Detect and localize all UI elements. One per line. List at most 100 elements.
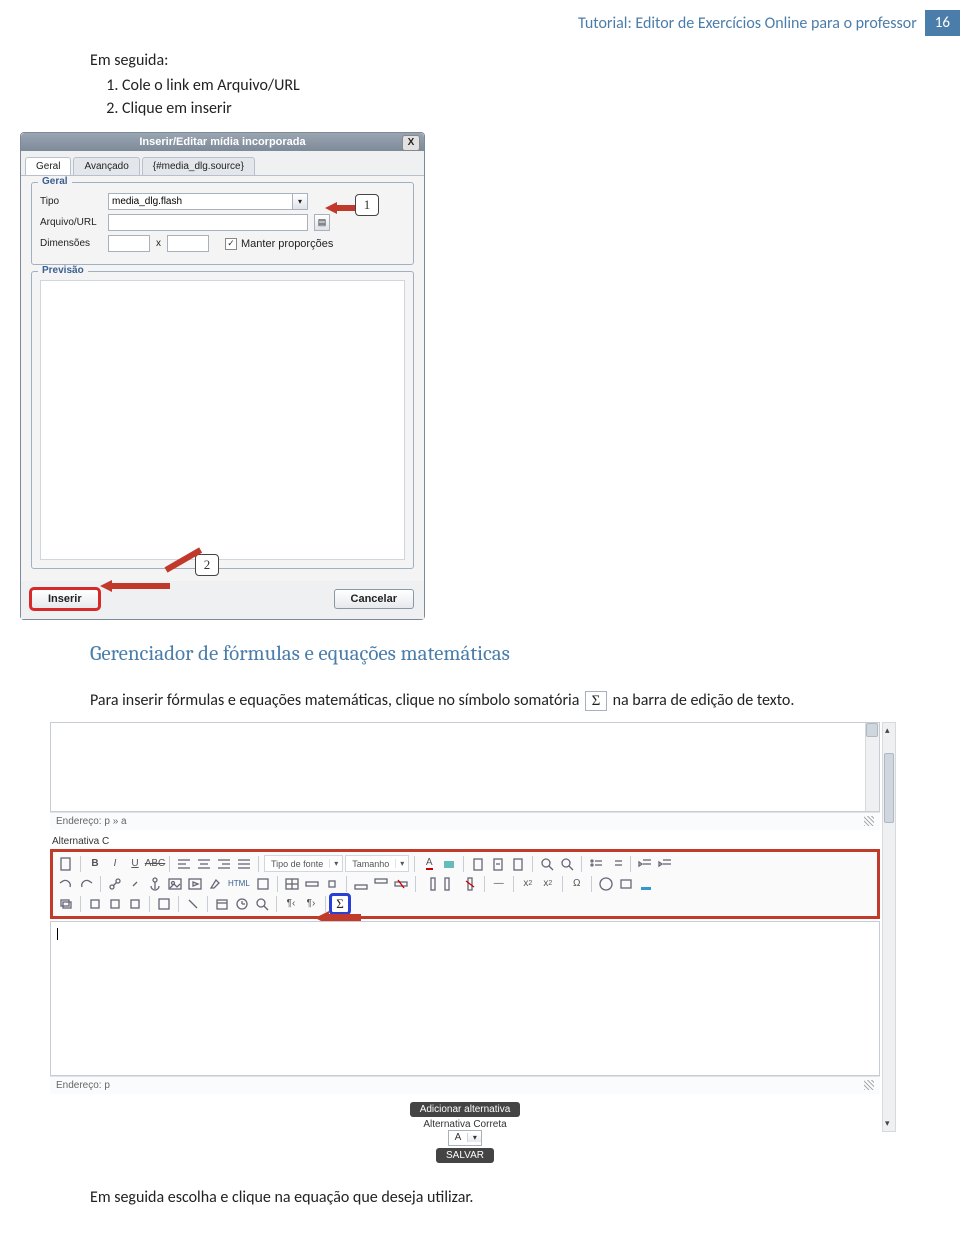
dialog-tabs: Geral Avançado {#media_dlg.source} xyxy=(21,151,424,176)
superscript-icon[interactable]: x2 xyxy=(539,875,557,893)
editor-upper-textarea[interactable] xyxy=(50,722,880,812)
dim-width-input[interactable] xyxy=(108,235,150,252)
subscript-icon[interactable]: x2 xyxy=(519,875,537,893)
tipo-select[interactable]: ▾ xyxy=(108,193,308,210)
font-family-dropdown[interactable]: Tipo de fonte▾ xyxy=(264,855,343,872)
link-icon[interactable] xyxy=(106,875,124,893)
alt-correct-select[interactable]: A ▾ xyxy=(448,1130,483,1146)
tab-source[interactable]: {#media_dlg.source} xyxy=(142,157,255,175)
layer-icon[interactable] xyxy=(57,895,75,913)
paste-icon[interactable] xyxy=(469,855,487,873)
col-before-icon[interactable] xyxy=(421,875,439,893)
browse-icon[interactable]: ▤ xyxy=(314,214,330,231)
scrollbar-thumb[interactable] xyxy=(884,753,894,823)
chevron-down-icon[interactable]: ▾ xyxy=(467,1133,481,1142)
styleprops-icon[interactable] xyxy=(184,895,202,913)
callout-1: 1 xyxy=(355,194,379,216)
table-icon[interactable] xyxy=(283,875,301,893)
attribs-icon[interactable] xyxy=(155,895,173,913)
indent-icon[interactable] xyxy=(656,855,674,873)
col-delete-icon[interactable] xyxy=(461,875,479,893)
intro-step-1: Cole o link em Arquivo/URL xyxy=(122,76,910,95)
intro-lead: Em seguida: xyxy=(90,51,910,70)
font-size-dropdown[interactable]: Tamanho▾ xyxy=(345,855,409,872)
closing-paragraph: Em seguida escolha e clique na equação q… xyxy=(90,1185,910,1211)
tab-geral[interactable]: Geral xyxy=(25,157,71,175)
path-label: Endereço: p » a xyxy=(56,816,127,827)
layer-back-icon[interactable] xyxy=(106,895,124,913)
col-after-icon[interactable] xyxy=(441,875,459,893)
replace-icon[interactable] xyxy=(558,855,576,873)
hr-icon[interactable]: — xyxy=(490,875,508,893)
scroll-up-icon[interactable]: ▴ xyxy=(885,725,890,736)
text-color2-icon[interactable] xyxy=(637,875,655,893)
anchor-icon[interactable] xyxy=(146,875,164,893)
close-button[interactable]: X xyxy=(402,135,420,151)
layer-forward-icon[interactable] xyxy=(86,895,104,913)
bg-color-icon[interactable] xyxy=(440,855,458,873)
image-icon[interactable] xyxy=(166,875,184,893)
align-right-icon[interactable] xyxy=(215,855,233,873)
omega-icon[interactable]: Ω xyxy=(568,875,586,893)
tab-avancado[interactable]: Avançado xyxy=(73,157,139,175)
table-cell-icon[interactable] xyxy=(323,875,341,893)
strikethrough-icon[interactable]: ABC xyxy=(146,855,164,873)
section-paragraph: Para inserir fórmulas e equações matemát… xyxy=(90,688,910,714)
outer-scrollbar[interactable]: ▴ ▾ xyxy=(882,722,896,1132)
cancelar-button[interactable]: Cancelar xyxy=(334,589,414,609)
tipo-value[interactable] xyxy=(108,193,292,210)
dim-height-input[interactable] xyxy=(167,235,209,252)
toolbar-row-2: HTML — x2 x2 Ω xyxy=(57,874,873,894)
bold-icon[interactable]: B xyxy=(86,855,104,873)
italic-icon[interactable]: I xyxy=(106,855,124,873)
unlink-icon[interactable] xyxy=(126,875,144,893)
arquivo-url-input[interactable] xyxy=(108,214,308,231)
chevron-down-icon[interactable]: ▾ xyxy=(292,193,308,210)
scrollbar-thumb[interactable] xyxy=(866,723,878,737)
label-tipo: Tipo xyxy=(40,196,102,207)
find-icon[interactable] xyxy=(538,855,556,873)
new-doc-icon[interactable] xyxy=(57,855,75,873)
editor-lower-textarea[interactable] xyxy=(50,921,880,1076)
date-icon[interactable] xyxy=(213,895,231,913)
section-heading: Gerenciador de fórmulas e equações matem… xyxy=(90,642,910,666)
number-list-icon[interactable] xyxy=(607,855,625,873)
media-icon[interactable] xyxy=(186,875,204,893)
cleanup-icon[interactable] xyxy=(206,875,224,893)
outdent-icon[interactable] xyxy=(636,855,654,873)
inserir-button[interactable]: Inserir xyxy=(31,589,99,609)
scroll-down-icon[interactable]: ▾ xyxy=(885,1118,890,1129)
sigma-icon: Σ xyxy=(585,691,607,711)
text-cursor xyxy=(57,928,58,940)
scrollbar-track[interactable] xyxy=(865,723,879,811)
layer-abs-icon[interactable] xyxy=(126,895,144,913)
undo-icon[interactable] xyxy=(57,875,75,893)
row-before-icon[interactable] xyxy=(352,875,370,893)
row-delete-icon[interactable] xyxy=(392,875,410,893)
manter-checkbox[interactable]: ✓ xyxy=(225,238,237,250)
resize-handle-icon[interactable] xyxy=(864,1080,874,1090)
align-left-icon[interactable] xyxy=(175,855,193,873)
paste-text-icon[interactable] xyxy=(489,855,507,873)
preview-icon[interactable] xyxy=(253,895,271,913)
resize-handle-icon[interactable] xyxy=(864,816,874,826)
html-icon[interactable]: HTML xyxy=(226,875,252,893)
paste-word-icon[interactable] xyxy=(509,855,527,873)
intro-step-2: Clique em inserir xyxy=(122,99,910,118)
bullet-list-icon[interactable] xyxy=(587,855,605,873)
redo-icon[interactable] xyxy=(77,875,95,893)
salvar-button[interactable]: SALVAR xyxy=(436,1148,494,1163)
emoticon-icon[interactable] xyxy=(597,875,615,893)
add-alternative-button[interactable]: Adicionar alternativa xyxy=(410,1102,521,1117)
time-icon[interactable] xyxy=(233,895,251,913)
para-before: Para inserir fórmulas e equações matemát… xyxy=(90,691,583,710)
text-color-icon[interactable]: A xyxy=(420,855,438,873)
row-after-icon[interactable] xyxy=(372,875,390,893)
ltr-icon[interactable]: ¶‹ xyxy=(282,895,300,913)
underline-icon[interactable]: U xyxy=(126,855,144,873)
align-justify-icon[interactable] xyxy=(235,855,253,873)
table-row-icon[interactable] xyxy=(303,875,321,893)
code-icon[interactable] xyxy=(254,875,272,893)
align-center-icon[interactable] xyxy=(195,855,213,873)
media2-icon[interactable] xyxy=(617,875,635,893)
